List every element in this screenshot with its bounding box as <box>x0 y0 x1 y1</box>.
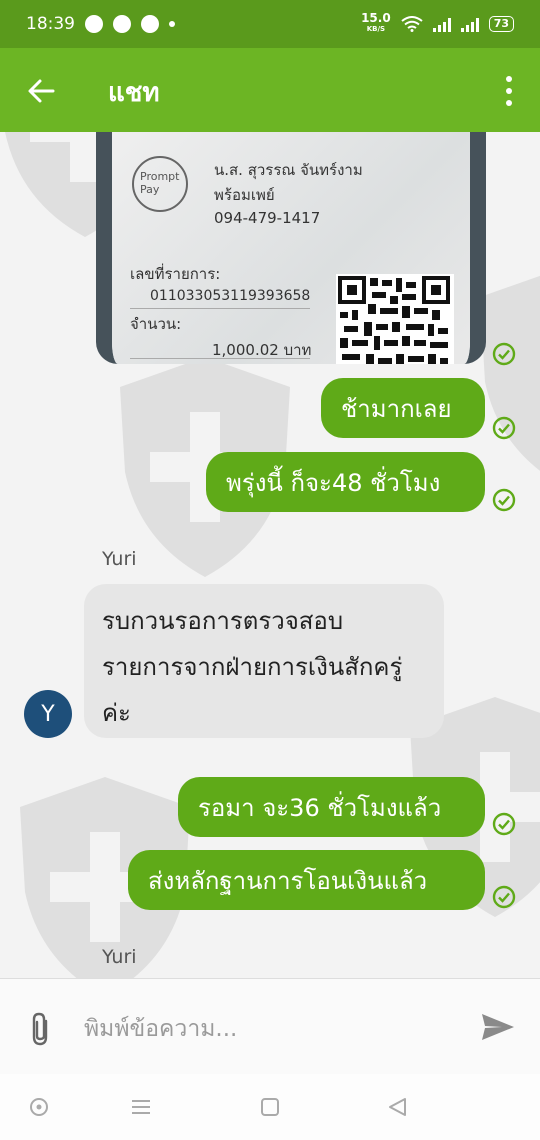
message-bubble-outgoing[interactable]: พรุ่งนี้ ก็จะ48 ชั่วโมง <box>206 452 485 512</box>
app-bar: แชท <box>0 48 540 132</box>
facebook-icon <box>141 15 159 33</box>
page-title: แชท <box>108 78 160 108</box>
slip-recipient-name: น.ส. สุวรรณ จันทร์งาม <box>214 161 363 179</box>
message-bubble-incoming[interactable]: รบกวนรอการตรวจสอบ รายการจากฝ่ายการเงินสั… <box>84 584 444 738</box>
sender-name: Yuri <box>102 548 137 570</box>
read-check-icon <box>492 812 516 836</box>
read-check-icon <box>492 885 516 909</box>
clock: 18:39 <box>26 14 75 34</box>
read-check-icon <box>492 416 516 440</box>
attachment-icon[interactable] <box>28 1011 54 1047</box>
system-nav-bar <box>0 1074 540 1140</box>
more-notifications-icon <box>169 21 175 27</box>
signal-2-icon <box>460 16 479 32</box>
home-icon[interactable] <box>259 1096 281 1118</box>
qr-code <box>336 274 454 364</box>
slip-ref-number: 011033053119393658 <box>150 288 311 304</box>
message-bubble-outgoing[interactable]: ช้ามากเลย <box>321 378 485 438</box>
promptpay-logo: Prompt Pay <box>132 156 188 212</box>
overflow-menu-icon[interactable] <box>504 76 514 106</box>
status-bar: 18:39 15.0 KB/S 73 <box>0 0 540 48</box>
assistant-circle-icon[interactable] <box>28 1096 50 1118</box>
net-speed: 15.0 KB/S <box>361 11 391 33</box>
slip-phone: 094-479-1417 <box>214 209 321 227</box>
message-bubble-outgoing[interactable]: รอมา จะ36 ชั่วโมงแล้ว <box>178 777 485 837</box>
signal-icon <box>432 16 451 32</box>
read-check-icon <box>492 488 516 512</box>
wifi-icon <box>401 16 423 32</box>
slip-service: พร้อมเพย์ <box>214 186 275 204</box>
avatar[interactable]: Y <box>24 690 72 738</box>
recent-apps-icon[interactable] <box>130 1096 152 1118</box>
message-composer <box>0 978 540 1074</box>
back-arrow-icon[interactable] <box>26 76 56 106</box>
message-input[interactable] <box>84 1009 444 1049</box>
battery-icon: 73 <box>488 16 514 32</box>
send-icon[interactable] <box>480 1011 516 1043</box>
messenger-icon <box>113 15 131 33</box>
read-check-icon <box>492 342 516 366</box>
slip-ref-label: เลขที่รายการ: <box>130 265 221 283</box>
sender-name: Yuri <box>102 946 137 968</box>
payment-slip-image[interactable]: Prompt Pay น.ส. สุวรรณ จันทร์งาม พร้อมเพ… <box>96 132 486 364</box>
chat-area[interactable]: Prompt Pay น.ส. สุวรรณ จันทร์งาม พร้อมเพ… <box>0 132 540 978</box>
message-bubble-outgoing[interactable]: ส่งหลักฐานการโอนเงินแล้ว <box>128 850 485 910</box>
back-triangle-icon[interactable] <box>386 1096 408 1118</box>
line-app-icon <box>85 15 103 33</box>
slip-amount-label: จำนวน: <box>130 315 182 333</box>
